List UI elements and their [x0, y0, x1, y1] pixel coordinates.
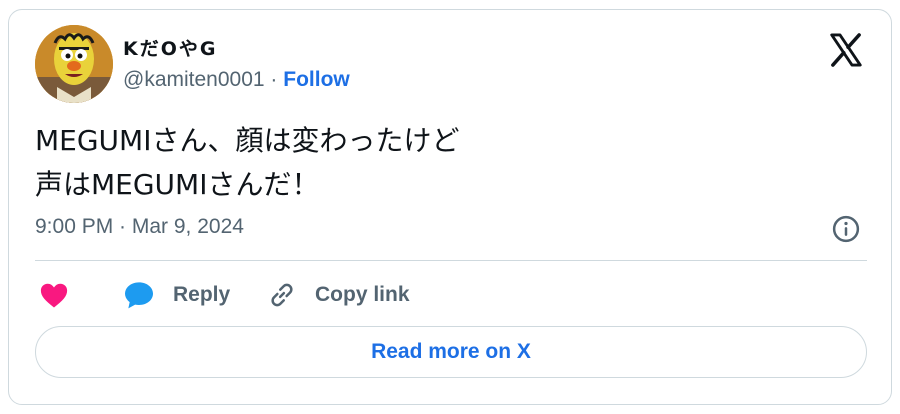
- separator-dot: ·: [270, 68, 278, 91]
- copy-link-button[interactable]: Copy link: [267, 278, 410, 312]
- follow-link[interactable]: Follow: [283, 68, 350, 91]
- link-icon: [271, 283, 293, 307]
- like-button[interactable]: [39, 278, 69, 312]
- display-name[interactable]: KだOやG: [123, 34, 217, 61]
- heart-icon: [40, 283, 68, 308]
- reply-button[interactable]: Reply: [123, 278, 230, 312]
- x-logo-icon[interactable]: [827, 31, 865, 69]
- divider: [35, 260, 867, 261]
- reply-label: Reply: [173, 283, 231, 306]
- avatar-image: [35, 25, 113, 103]
- read-more-button[interactable]: Read more on X: [35, 326, 867, 378]
- reply-bubble-icon: [125, 282, 153, 309]
- tweet-line: MEGUMIさん、顔は変わったけど: [35, 124, 460, 157]
- tweet-text: MEGUMIさん、顔は変わったけど 声はMEGUMIさんだ！: [35, 119, 459, 207]
- user-handle[interactable]: @kamiten0001: [123, 68, 265, 91]
- timestamp[interactable]: 9:00 PM · Mar 9, 2024: [35, 215, 244, 239]
- avatar[interactable]: [35, 25, 113, 103]
- info-icon[interactable]: [831, 214, 861, 244]
- tweet-card: KだOやG @kamiten0001 · Follow MEGUMIさん、顔は変…: [8, 9, 892, 405]
- handle-row: @kamiten0001 · Follow: [123, 68, 350, 92]
- copy-link-label: Copy link: [315, 283, 410, 306]
- tweet-line: 声はMEGUMIさんだ！: [35, 168, 320, 201]
